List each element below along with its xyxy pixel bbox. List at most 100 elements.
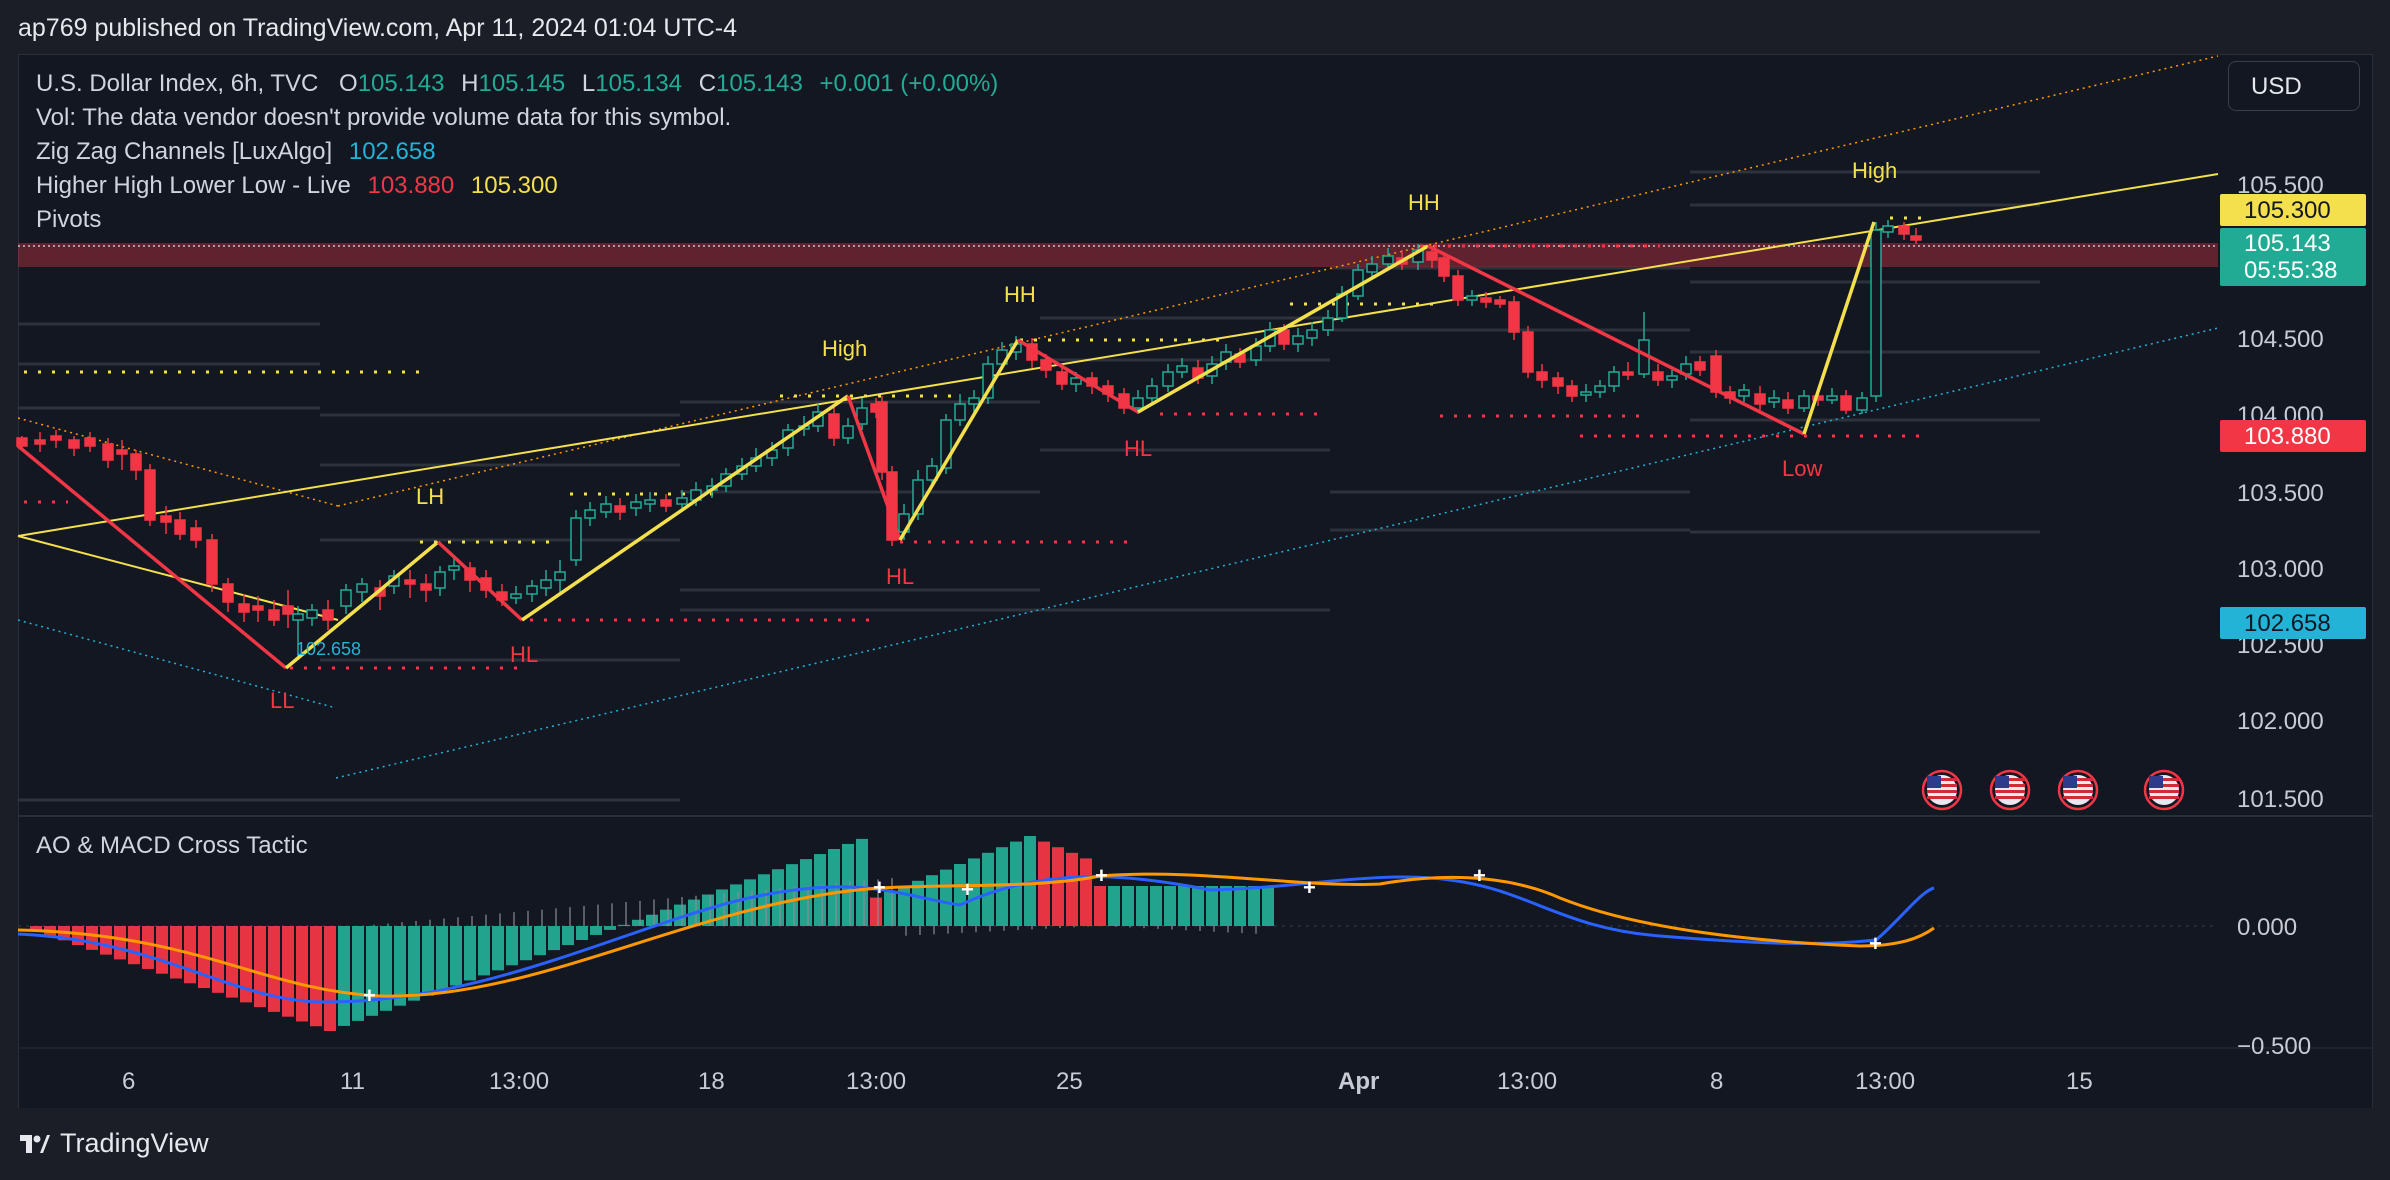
oscillator-title[interactable]: AO & MACD Cross Tactic — [36, 832, 308, 860]
ao-histogram-bar — [408, 926, 420, 1001]
ao-histogram-bar — [856, 838, 868, 926]
ao-histogram-bar — [576, 926, 588, 940]
volume-note: Vol: The data vendor doesn't provide vol… — [36, 104, 732, 131]
candle-body — [306, 609, 318, 619]
ao-histogram-bar — [1080, 858, 1092, 926]
candle-body — [1322, 317, 1334, 331]
ohlc-open-label: O — [339, 70, 358, 97]
ao-histogram-bar — [842, 843, 854, 926]
ao-histogram-bar — [716, 889, 728, 926]
ao-histogram-bar — [282, 926, 294, 1017]
candle-body — [1522, 331, 1534, 373]
candle-body — [968, 397, 980, 405]
candle-body — [570, 517, 582, 561]
pivots-indicator-legend[interactable]: Pivots — [36, 206, 101, 234]
ao-histogram-bar — [1122, 886, 1134, 926]
candle-body — [1056, 371, 1068, 385]
ao-histogram-bar — [1052, 847, 1064, 926]
candle-body — [206, 539, 218, 585]
ao-histogram-bar — [1178, 886, 1190, 926]
candle-body — [160, 515, 172, 523]
us-flag-stripe — [1995, 796, 2025, 799]
candle-body — [1738, 389, 1750, 397]
candle-body — [50, 435, 62, 441]
ao-histogram-bar — [814, 854, 826, 926]
zigzag-segment — [898, 339, 1020, 541]
ao-histogram-bar — [772, 869, 784, 926]
time-tick: 11 — [340, 1068, 365, 1095]
ao-histogram-bar — [128, 926, 140, 965]
candle-body — [1306, 329, 1318, 339]
candle-body — [676, 497, 688, 505]
cross-marker: + — [1473, 863, 1486, 888]
zigzag-badge: 102.658 — [2220, 607, 2366, 639]
time-tick: 13:00 — [1497, 1068, 1558, 1095]
pivot-label: LL — [270, 688, 294, 713]
osc-tick: −0.500 — [2237, 1033, 2312, 1060]
ao-histogram-bar — [1164, 886, 1176, 926]
candle-body — [1898, 225, 1910, 235]
candle-body — [16, 437, 28, 447]
symbol-legend[interactable]: U.S. Dollar Index, 6h, TVC O105.143 H105… — [36, 70, 998, 98]
cross-marker: + — [961, 877, 974, 902]
currency-selector[interactable]: USD — [2228, 61, 2360, 111]
ohlc-close-label: C — [698, 70, 717, 97]
price-tick: 102.000 — [2237, 708, 2324, 735]
candle-body — [1870, 229, 1882, 397]
ohlc-low-label: L — [581, 70, 596, 97]
ao-histogram-bar — [744, 879, 756, 926]
ao-histogram-bar — [632, 919, 644, 926]
ao-histogram-bar — [786, 864, 798, 926]
candle-body — [68, 439, 80, 449]
ao-histogram-bar — [506, 926, 518, 966]
tradingview-logo-icon — [20, 1134, 50, 1153]
candle-body — [238, 603, 250, 613]
hhll-indicator-legend[interactable]: Higher High Lower Low - Live 103.880 105… — [36, 172, 558, 200]
zigzag-indicator-legend[interactable]: Zig Zag Channels [LuxAlgo] 102.658 — [36, 138, 436, 166]
candle-body — [1438, 257, 1450, 277]
bar-countdown: 05:55:38 — [2244, 257, 2338, 284]
ao-histogram-bar — [478, 926, 490, 976]
candle-body — [644, 499, 656, 505]
ao-histogram-bar — [1066, 852, 1078, 926]
candle-body — [34, 439, 46, 445]
time-tick: 13:00 — [1855, 1068, 1916, 1095]
ao-histogram-bar — [156, 926, 168, 974]
ohlc-high: 105.145 — [478, 70, 566, 97]
ao-histogram-bar — [450, 926, 462, 986]
us-flag-stripe — [2063, 790, 2093, 793]
cross-marker: + — [1303, 875, 1316, 900]
zigzag-indicator-name: Zig Zag Channels [LuxAlgo] — [36, 138, 333, 165]
cross-marker: + — [873, 875, 886, 900]
pivot-label: LH — [416, 484, 444, 509]
candle-body — [1652, 371, 1664, 381]
ao-histogram-bar — [1136, 886, 1148, 926]
candle-body — [1146, 385, 1158, 399]
candle-body — [1552, 377, 1564, 387]
time-tick: 15 — [2066, 1068, 2093, 1095]
us-flag-canton — [2063, 776, 2077, 788]
ao-histogram-bar — [1220, 886, 1232, 926]
tradingview-brand[interactable]: TradingView — [20, 1128, 209, 1159]
ao-histogram-bar — [590, 926, 602, 935]
candle-body — [356, 583, 368, 593]
candle-body — [1536, 371, 1548, 381]
price-tick: 101.500 — [2237, 786, 2324, 813]
candle-body — [630, 501, 642, 509]
ao-histogram-bar — [338, 926, 350, 1026]
candle-body — [102, 443, 114, 461]
candle-body — [420, 583, 432, 591]
price-tick: 103.500 — [2237, 480, 2324, 507]
candle-body — [1366, 263, 1378, 273]
chart-canvas[interactable]: LLLHHLHighHLHHHLHHLowHigh102.658++ ++ + ++ — [0, 0, 2390, 1110]
candle-body — [1798, 395, 1810, 409]
ao-histogram-bar — [1108, 886, 1120, 926]
candle-body — [268, 609, 280, 621]
candle-body — [1594, 385, 1606, 393]
candle-body — [1426, 251, 1438, 261]
candle-body — [1856, 397, 1868, 411]
ao-histogram-bar — [758, 874, 770, 926]
pivot-label: Low — [1782, 456, 1822, 481]
candle-body — [1382, 255, 1394, 265]
ao-histogram-bar — [800, 859, 812, 926]
